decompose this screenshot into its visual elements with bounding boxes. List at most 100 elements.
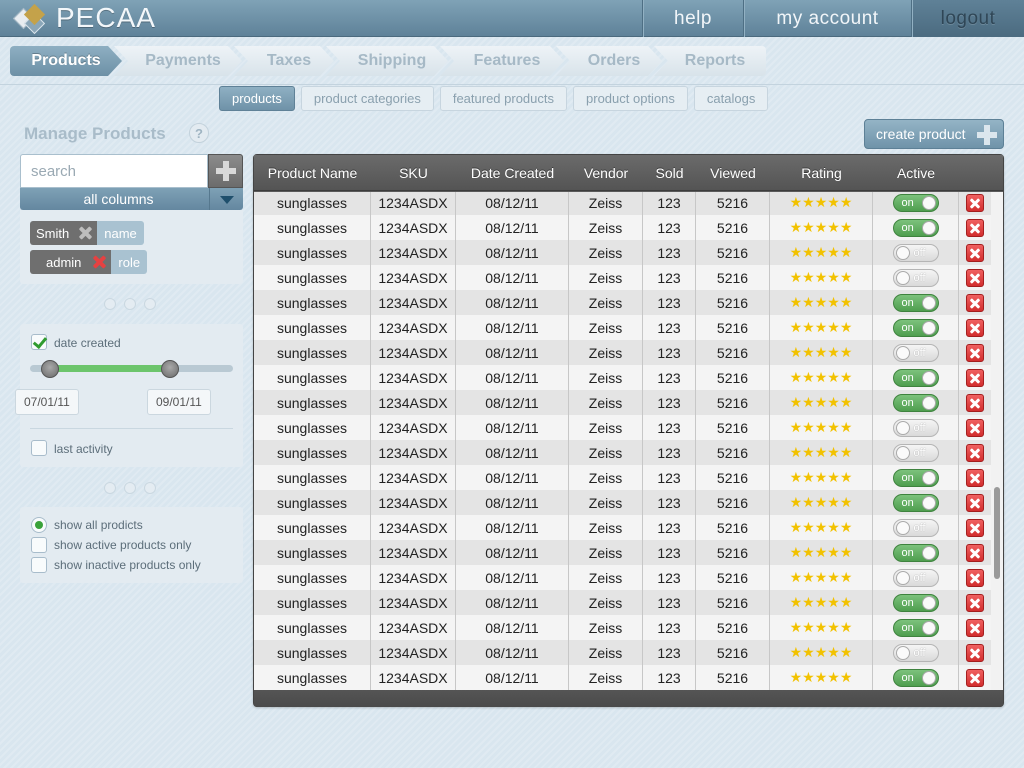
- table-row[interactable]: sunglasses 1234ASDX 08/12/11 Zeiss 123 5216 ★★…: [254, 365, 991, 390]
- tab-products[interactable]: Products: [10, 46, 122, 76]
- column-header-product-name[interactable]: Product Name: [254, 155, 371, 191]
- tab-shipping[interactable]: Shipping: [326, 46, 448, 76]
- table-row[interactable]: sunglasses 1234ASDX 08/12/11 Zeiss 123 5216 ★★…: [254, 465, 991, 490]
- logout-link[interactable]: logout: [911, 0, 1024, 37]
- active-toggle[interactable]: off: [892, 568, 939, 587]
- star-rating-icon[interactable]: ★★★★★: [790, 494, 853, 511]
- delete-icon[interactable]: [966, 643, 984, 662]
- active-toggle[interactable]: on: [892, 668, 939, 687]
- active-toggle[interactable]: on: [892, 293, 939, 312]
- table-row[interactable]: sunglasses 1234ASDX 08/12/11 Zeiss 123 5216 ★★…: [254, 515, 991, 540]
- tab-payments[interactable]: Payments: [114, 46, 242, 76]
- table-row[interactable]: sunglasses 1234ASDX 08/12/11 Zeiss 123 5216 ★★…: [254, 240, 991, 265]
- subtab-catalogs[interactable]: catalogs: [693, 86, 769, 111]
- panel-collapse-dots[interactable]: [104, 482, 156, 494]
- active-toggle[interactable]: on: [892, 543, 939, 562]
- active-toggle[interactable]: on: [892, 618, 939, 637]
- active-toggle[interactable]: on: [892, 593, 939, 612]
- table-row[interactable]: sunglasses 1234ASDX 08/12/11 Zeiss 123 5216 ★★…: [254, 315, 991, 340]
- tab-orders[interactable]: Orders: [556, 46, 662, 76]
- remove-tag-icon[interactable]: [75, 221, 98, 245]
- delete-icon[interactable]: [966, 368, 984, 387]
- table-row[interactable]: sunglasses 1234ASDX 08/12/11 Zeiss 123 5216 ★★…: [254, 215, 991, 240]
- table-row[interactable]: sunglasses 1234ASDX 08/12/11 Zeiss 123 5216 ★★…: [254, 615, 991, 640]
- star-rating-icon[interactable]: ★★★★★: [790, 644, 853, 661]
- star-rating-icon[interactable]: ★★★★★: [790, 544, 853, 561]
- last-activity-checkbox[interactable]: [31, 440, 47, 456]
- active-toggle[interactable]: on: [892, 368, 939, 387]
- active-toggle[interactable]: off: [892, 643, 939, 662]
- tab-taxes[interactable]: Taxes: [234, 46, 334, 76]
- star-rating-icon[interactable]: ★★★★★: [790, 319, 853, 336]
- column-header-sku[interactable]: SKU: [371, 155, 456, 191]
- radio-show-inactive[interactable]: [31, 557, 47, 573]
- delete-icon[interactable]: [966, 493, 984, 512]
- delete-icon[interactable]: [966, 268, 984, 287]
- delete-icon[interactable]: [966, 293, 984, 312]
- star-rating-icon[interactable]: ★★★★★: [790, 369, 853, 386]
- star-rating-icon[interactable]: ★★★★★: [790, 194, 853, 211]
- delete-icon[interactable]: [966, 343, 984, 362]
- delete-icon[interactable]: [966, 668, 984, 687]
- remove-tag-icon[interactable]: [89, 250, 112, 274]
- star-rating-icon[interactable]: ★★★★★: [790, 569, 853, 586]
- active-toggle[interactable]: off: [892, 243, 939, 262]
- delete-icon[interactable]: [966, 418, 984, 437]
- tab-features[interactable]: Features: [440, 46, 564, 76]
- star-rating-icon[interactable]: ★★★★★: [790, 269, 853, 286]
- delete-icon[interactable]: [966, 243, 984, 262]
- my-account-link[interactable]: my account: [743, 0, 911, 37]
- delete-icon[interactable]: [966, 468, 984, 487]
- table-row[interactable]: sunglasses 1234ASDX 08/12/11 Zeiss 123 5216 ★★…: [254, 192, 991, 215]
- delete-icon[interactable]: [966, 393, 984, 412]
- active-toggle[interactable]: off: [892, 418, 939, 437]
- star-rating-icon[interactable]: ★★★★★: [790, 594, 853, 611]
- delete-icon[interactable]: [966, 568, 984, 587]
- table-scrollbar[interactable]: [991, 192, 1003, 690]
- delete-icon[interactable]: [966, 543, 984, 562]
- table-row[interactable]: sunglasses 1234ASDX 08/12/11 Zeiss 123 5216 ★★…: [254, 540, 991, 565]
- date-created-checkbox[interactable]: [31, 334, 47, 350]
- subtab-featured-products[interactable]: featured products: [439, 86, 568, 111]
- help-icon[interactable]: ?: [189, 123, 209, 143]
- subtab-products[interactable]: products: [219, 86, 295, 111]
- help-link[interactable]: help: [642, 0, 743, 37]
- table-row[interactable]: sunglasses 1234ASDX 08/12/11 Zeiss 123 5216 ★★…: [254, 290, 991, 315]
- active-toggle[interactable]: off: [892, 268, 939, 287]
- active-toggle[interactable]: on: [892, 393, 939, 412]
- add-filter-button[interactable]: [208, 154, 243, 188]
- search-input[interactable]: [20, 154, 208, 188]
- active-toggle[interactable]: off: [892, 343, 939, 362]
- table-row[interactable]: sunglasses 1234ASDX 08/12/11 Zeiss 123 5216 ★★…: [254, 265, 991, 290]
- table-row[interactable]: sunglasses 1234ASDX 08/12/11 Zeiss 123 5216 ★★…: [254, 415, 991, 440]
- radio-show-all[interactable]: [31, 517, 47, 533]
- dropdown-toggle[interactable]: [209, 188, 243, 210]
- star-rating-icon[interactable]: ★★★★★: [790, 344, 853, 361]
- delete-icon[interactable]: [966, 318, 984, 337]
- active-toggle[interactable]: on: [892, 468, 939, 487]
- table-row[interactable]: sunglasses 1234ASDX 08/12/11 Zeiss 123 5216 ★★…: [254, 490, 991, 515]
- table-row[interactable]: sunglasses 1234ASDX 08/12/11 Zeiss 123 5216 ★★…: [254, 340, 991, 365]
- radio-show-active[interactable]: [31, 537, 47, 553]
- active-toggle[interactable]: off: [892, 518, 939, 537]
- slider-start-handle[interactable]: [41, 360, 59, 378]
- star-rating-icon[interactable]: ★★★★★: [790, 669, 853, 686]
- subtab-product-categories[interactable]: product categories: [300, 86, 434, 111]
- star-rating-icon[interactable]: ★★★★★: [790, 244, 853, 261]
- active-toggle[interactable]: on: [892, 218, 939, 237]
- table-row[interactable]: sunglasses 1234ASDX 08/12/11 Zeiss 123 5216 ★★…: [254, 565, 991, 590]
- tab-reports[interactable]: Reports: [654, 46, 766, 76]
- panel-collapse-dots[interactable]: [104, 298, 156, 310]
- column-header-sold[interactable]: Sold: [643, 155, 696, 191]
- active-toggle[interactable]: off: [892, 443, 939, 462]
- column-header-rating[interactable]: Rating: [770, 155, 873, 191]
- delete-icon[interactable]: [966, 518, 984, 537]
- star-rating-icon[interactable]: ★★★★★: [790, 444, 853, 461]
- column-header-date-created[interactable]: Date Created: [456, 155, 569, 191]
- delete-icon[interactable]: [966, 193, 984, 212]
- delete-icon[interactable]: [966, 443, 984, 462]
- star-rating-icon[interactable]: ★★★★★: [790, 419, 853, 436]
- star-rating-icon[interactable]: ★★★★★: [790, 619, 853, 636]
- scrollbar-thumb[interactable]: [994, 487, 1000, 579]
- column-header-active[interactable]: Active: [873, 155, 959, 191]
